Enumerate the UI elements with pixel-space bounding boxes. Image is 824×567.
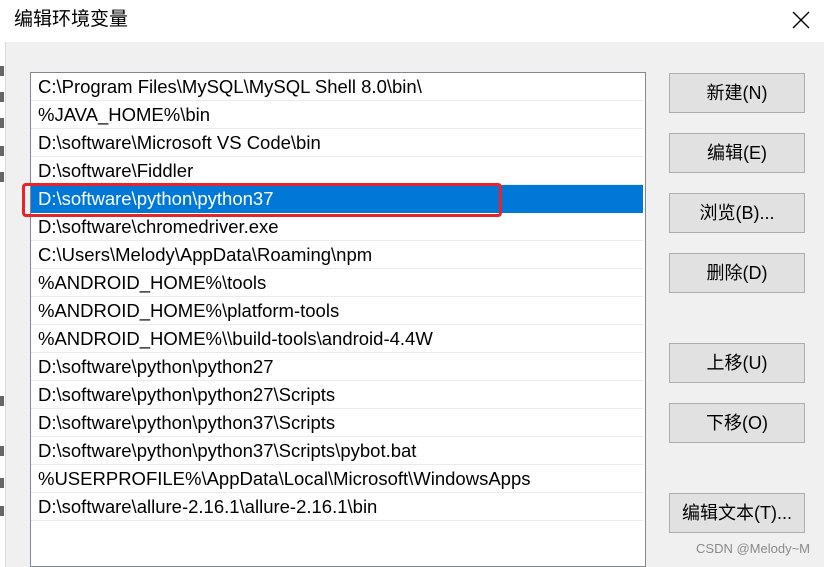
list-item[interactable]: D:\software\Microsoft VS Code\bin [31,129,643,157]
list-item[interactable]: %ANDROID_HOME%\tools [31,269,643,297]
delete-button[interactable]: 删除(D) [669,253,805,293]
list-item[interactable]: %ANDROID_HOME%\platform-tools [31,297,643,325]
background-window-edge [0,0,6,567]
list-item[interactable]: D:\software\chromedriver.exe [31,213,643,241]
list-item[interactable]: %JAVA_HOME%\bin [31,101,643,129]
window-title: 编辑环境变量 [14,9,129,30]
list-item[interactable]: D:\software\python\python27 [31,353,643,381]
edit-text-button[interactable]: 编辑文本(T)... [669,493,805,533]
list-item[interactable]: C:\Program Files\MySQL\MySQL Shell 8.0\b… [31,73,643,101]
list-item[interactable]: D:\software\Fiddler [31,157,643,185]
browse-button[interactable]: 浏览(B)... [669,193,805,233]
list-item[interactable]: %USERPROFILE%\AppData\Local\Microsoft\Wi… [31,465,643,493]
move-down-button[interactable]: 下移(O) [669,403,805,443]
close-button[interactable] [778,0,824,40]
list-item[interactable]: D:\software\python\python37\Scripts [31,409,643,437]
list-item[interactable]: D:\software\allure-2.16.1\allure-2.16.1\… [31,493,643,521]
edit-button[interactable]: 编辑(E) [669,133,805,173]
path-list[interactable]: C:\Program Files\MySQL\MySQL Shell 8.0\b… [30,72,646,567]
watermark: CSDN @Melody~M [696,541,810,556]
list-item[interactable]: C:\Users\Melody\AppData\Roaming\npm [31,241,643,269]
close-icon [792,11,810,29]
new-button[interactable]: 新建(N) [669,73,805,113]
title-bar: 编辑环境变量 [0,0,824,42]
list-item[interactable]: %ANDROID_HOME%\\build-tools\android-4.4W [31,325,643,353]
list-item[interactable]: D:\software\python\python27\Scripts [31,381,643,409]
list-item[interactable]: D:\software\python\python37 [31,185,643,213]
move-up-button[interactable]: 上移(U) [669,343,805,383]
list-item[interactable]: D:\software\python\python37\Scripts\pybo… [31,437,643,465]
